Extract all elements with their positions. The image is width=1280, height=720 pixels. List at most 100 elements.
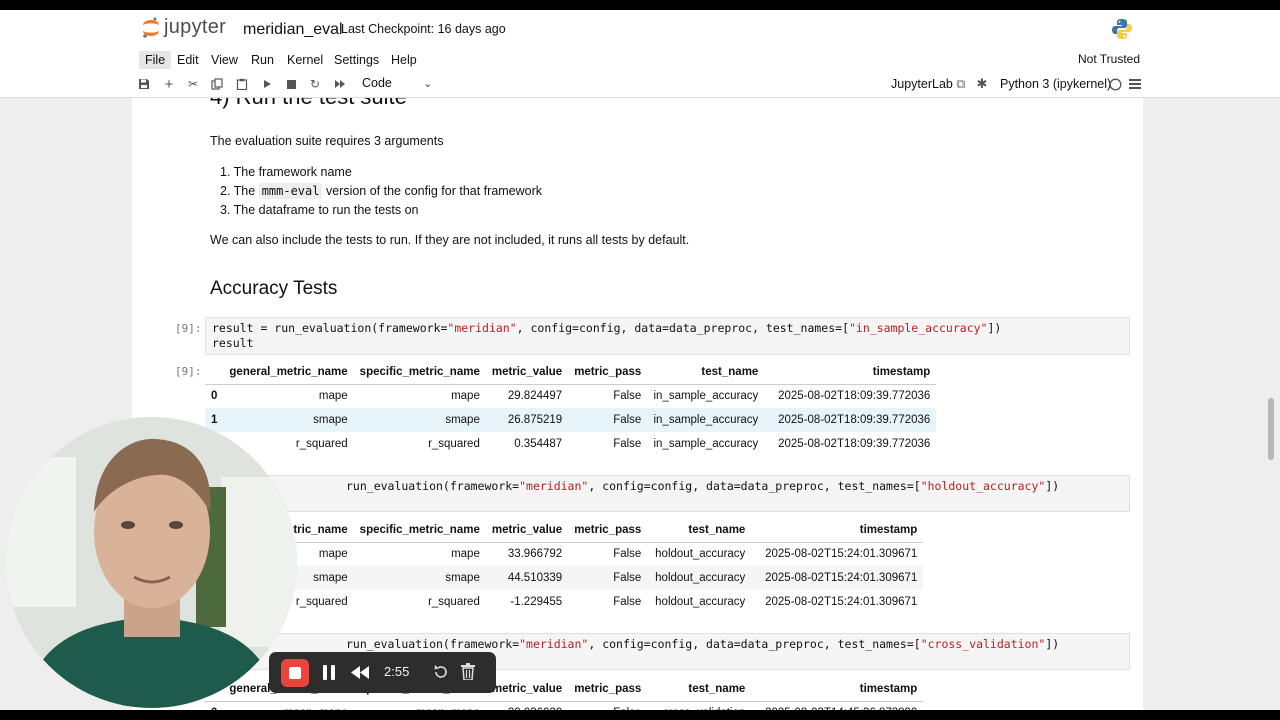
table-cell: mean_mape: [354, 701, 486, 710]
jupyter-logo[interactable]: jupyter: [142, 16, 226, 39]
accuracy-tests-heading: Accuracy Tests: [210, 278, 338, 299]
column-header: metric_pass: [568, 677, 648, 702]
code-string: "meridian": [519, 479, 589, 493]
table-row: 0 mape mape 29.824497 False in_sample_ac…: [205, 384, 936, 408]
table-cell: in_sample_accuracy: [647, 408, 765, 432]
table-cell: 0.354487: [514, 438, 563, 450]
webcam-overlay[interactable]: [6, 417, 297, 708]
table-cell: cross_validation: [647, 701, 751, 710]
kernel-status-icon: [1108, 77, 1122, 91]
output-table-holdout: general_metric_name specific_metric_name…: [205, 518, 924, 614]
debugger-bug-icon[interactable]: ✱: [975, 76, 989, 91]
rewind-icon[interactable]: [351, 666, 370, 684]
menu-edit[interactable]: Edit: [171, 51, 205, 69]
section-heading-run-suite: 4) Run the test suite: [210, 98, 407, 110]
paste-icon[interactable]: [235, 77, 249, 91]
header: jupyter meridian_eval Last Checkpoint: 1…: [0, 10, 1280, 47]
table-cell: False: [613, 438, 642, 450]
table-header-row: general_metric_name specific_metric_name…: [205, 360, 937, 385]
table-cell: False: [613, 596, 642, 608]
menu-run[interactable]: Run: [245, 51, 280, 69]
table-cell: mean_mape: [223, 701, 353, 710]
table-cell: 2025-08-02T15:24:01.309671: [765, 596, 918, 608]
open-jupyterlab-link[interactable]: JupyterLab ⧉: [891, 77, 965, 92]
table-cell: 2025-08-03T14:45:36.873890: [751, 701, 923, 710]
code-token: run_evaluation(framework=: [346, 637, 520, 651]
column-header: test_name: [647, 518, 752, 543]
cut-icon[interactable]: ✂: [186, 77, 200, 91]
table-cell: smape: [223, 408, 354, 432]
chevron-down-icon[interactable]: ⌄: [423, 77, 432, 90]
list-item: 3. The dataframe to run the tests on: [220, 203, 419, 217]
cell-type-select[interactable]: Code: [362, 76, 392, 90]
table-cell: 2025-08-02T18:09:39.772036: [778, 438, 931, 450]
out-prompt: [9]:: [175, 365, 202, 378]
stop-recording-button[interactable]: [281, 659, 309, 687]
code-cell-holdout[interactable]: run_evaluation(framework="meridian", con…: [205, 475, 1130, 512]
column-header: metric_value: [485, 518, 569, 543]
restart-recording-icon[interactable]: [433, 664, 449, 685]
code-token: result = run_evaluation(framework=: [212, 321, 448, 335]
code-token: , config=config, data=data_preproc, test…: [588, 637, 921, 651]
table-cell: 44.510339: [485, 566, 569, 590]
toolbar: + ✂ ↻ Code ⌄ JupyterLab ⧉ ✱ Python 3 (ip…: [0, 71, 1280, 98]
kernel-name[interactable]: Python 3 (ipykernel): [1000, 77, 1111, 91]
column-header: timestamp: [751, 677, 924, 702]
stop-square-icon: [289, 667, 301, 679]
recording-controls-inner: 2:55: [269, 652, 496, 693]
menu-file[interactable]: File: [139, 51, 172, 69]
table-row: 0 mape mape 33.966792 False holdout_accu…: [205, 542, 923, 566]
column-header: [205, 360, 224, 385]
logo-text: jupyter: [164, 16, 227, 38]
screen: jupyter meridian_eval Last Checkpoint: 1…: [0, 10, 1280, 710]
table-cell: smape: [353, 408, 486, 432]
table-cell: holdout_accuracy: [655, 548, 746, 561]
table-cell: r_squared: [428, 596, 480, 608]
stop-icon[interactable]: [284, 77, 298, 91]
inline-code: mmm-eval: [258, 183, 323, 199]
menu-view[interactable]: View: [205, 51, 244, 69]
table-cell: in_sample_accuracy: [653, 390, 759, 403]
code-token: ]): [987, 321, 1002, 335]
jupyter-logo-icon: [143, 17, 159, 38]
column-header: timestamp: [764, 360, 937, 385]
code-token: ]): [1045, 637, 1060, 651]
row-index: 0: [211, 390, 218, 403]
trust-indicator[interactable]: Not Trusted: [1072, 50, 1147, 68]
table-cell: False: [568, 408, 648, 432]
table-cell: 2025-08-02T18:09:39.772036: [778, 390, 931, 403]
restart-icon[interactable]: ↻: [308, 77, 322, 91]
table-cell: 2025-08-02T15:24:01.309671: [765, 548, 918, 561]
code-token: run_evaluation(framework=: [346, 479, 520, 493]
output-table-in-sample: general_metric_name specific_metric_name…: [205, 360, 937, 456]
table-row: 0 mean_mape mean_mape 30.036020 False cr…: [205, 701, 923, 710]
menu-help[interactable]: Help: [385, 51, 423, 69]
pause-icon[interactable]: [322, 665, 336, 685]
copy-icon[interactable]: [210, 77, 224, 91]
table-cell: 2025-08-02T18:09:39.772036: [764, 408, 937, 432]
run-icon[interactable]: [260, 77, 274, 91]
add-cell-icon[interactable]: +: [162, 76, 176, 93]
fast-forward-icon[interactable]: [333, 77, 347, 91]
table-cell: False: [568, 566, 648, 590]
code-string: "holdout_accuracy": [920, 479, 1046, 493]
table-cell: holdout_accuracy: [647, 566, 752, 590]
table-row: 2 r_squared r_squared -1.229455 False ho…: [205, 590, 923, 614]
table-cell: 26.875219: [485, 408, 569, 432]
notebook-title[interactable]: meridian_eval: [243, 21, 343, 39]
hamburger-menu-icon[interactable]: [1128, 77, 1142, 91]
list-item: 2. The mmm-eval version of the config fo…: [220, 183, 542, 199]
menu-settings[interactable]: Settings: [328, 51, 385, 69]
vertical-scrollbar[interactable]: [1268, 398, 1274, 460]
table-cell: False: [568, 701, 647, 710]
table-header-row: general_metric_name specific_metric_name…: [205, 518, 924, 543]
table-row: 1 smape smape 44.510339 False holdout_ac…: [205, 566, 924, 590]
delete-recording-icon[interactable]: [461, 663, 475, 685]
table-cell: holdout_accuracy: [655, 596, 746, 608]
code-cell-in-sample[interactable]: result = run_evaluation(framework="merid…: [205, 317, 1130, 355]
code-string: "cross_validation": [920, 637, 1046, 651]
save-icon[interactable]: [137, 77, 151, 91]
code-token: result: [212, 336, 254, 350]
menu-kernel[interactable]: Kernel: [281, 51, 329, 69]
table-cell: r_squared: [428, 438, 480, 450]
